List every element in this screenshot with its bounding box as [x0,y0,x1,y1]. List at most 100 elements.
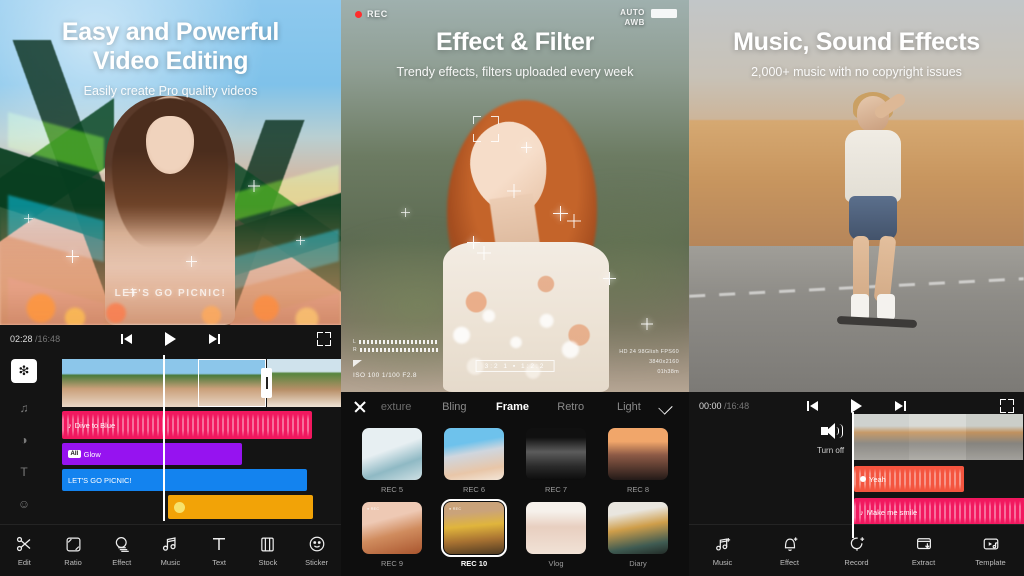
play-button[interactable] [163,332,179,346]
toolbar-label: Record [844,557,869,567]
video-clip[interactable] [966,414,1023,460]
video-clip[interactable] [909,414,966,460]
filter-label: REC 7 [544,485,568,494]
video-clip[interactable] [62,359,130,407]
toolbar-item-record[interactable]: Record [834,535,880,567]
toolbar-item-extract[interactable]: Extract [901,535,947,567]
next-frame-button[interactable] [893,399,909,413]
fullscreen-icon[interactable] [317,332,331,346]
tab-retro[interactable]: Retro [542,401,600,413]
sidebar-item-effect-track[interactable]: ◑ [11,429,37,451]
audio-track-yeah[interactable]: Yeah [854,466,964,492]
clip-row: + [62,359,341,407]
skater-figure [829,91,919,336]
hero-preview-music-sound: Music, Sound Effects 2,000+ music with n… [689,0,1024,392]
timeline-3: Yeah ♪ Make me smile [852,414,1024,538]
video-clip[interactable] [852,414,909,460]
filter-thumbnail[interactable] [608,502,668,554]
toolbar-item-sticker[interactable]: Sticker [294,535,340,567]
filter-item[interactable]: REC 6 [433,428,515,494]
exposure-hud: ISO 100 1/100 F2.8 [353,360,417,379]
filter-thumbnail[interactable] [526,502,586,554]
toolbar-item-effect[interactable]: Effect [767,535,813,567]
filter-thumbnail[interactable] [362,428,422,480]
toolbar-item-effect[interactable]: Effect [99,535,145,567]
level-meter-hud: L R [353,338,438,354]
record-add-icon [847,535,866,554]
toolbar-item-stock[interactable]: Stock [245,535,291,567]
filter-thumbnail[interactable] [608,428,668,480]
app-store-screenshot-triptych: Easy and Powerful Video Editing Easily c… [0,0,1024,576]
mute-control[interactable]: Turn off [817,422,844,455]
video-clip-selected[interactable] [198,359,266,407]
toolbar-label: Effect [112,557,132,567]
close-icon[interactable] [353,400,367,414]
clip-row [852,414,1024,460]
sidebar-item-music-track[interactable]: ♫ [11,397,37,419]
transport-bar-1: 02:28 /16:48 [0,325,341,353]
tab-texture[interactable]: exture [367,401,425,413]
toolbar-item-edit[interactable]: Edit [1,535,47,567]
toolbar-item-ratio[interactable]: Ratio [50,535,96,567]
filter-item-selected[interactable]: ● REC REC 10 [433,498,515,568]
filter-thumbnail[interactable]: ● REC [362,502,422,554]
playhead[interactable] [852,412,854,538]
filter-item[interactable]: Vlog [515,502,597,568]
tab-light[interactable]: Light [600,401,658,413]
text-icon [210,535,229,554]
crosshair-icon [507,184,521,198]
toolbar-item-template[interactable]: Template [968,535,1014,567]
toolbar-label: Effect [779,557,800,567]
film-strip-icon [258,535,277,554]
sidebar-item-collapse-tracks[interactable]: ❇ [11,359,37,383]
iso-readout: ISO 100 1/100 F2.8 [353,372,417,379]
effect-icon [112,535,131,554]
person-figure [431,92,613,392]
sticker-track[interactable] [168,495,313,519]
bottom-toolbar-3: Music Effect Record Extract Template [689,524,1024,576]
filter-item[interactable]: REC 7 [515,428,597,494]
filter-item[interactable]: REC 5 [351,428,433,494]
toolbar-item-music[interactable]: Music [147,535,193,567]
hero-subtitle: Easily create Pro quality videos [83,84,258,98]
sidebar-item-sticker-track[interactable]: ☺ [11,493,37,515]
audio-track[interactable]: ♪ Dive to Blue [62,411,312,439]
music-add-icon [713,535,732,554]
ratio-readout: 3:2 1 ▪ 1:2:2 [475,360,555,372]
filter-item[interactable]: Diary [597,502,679,568]
sidebar-item-text-track[interactable]: T [11,461,37,483]
playhead[interactable] [163,355,165,521]
next-frame-button[interactable] [207,332,223,346]
panel-music-sound: Music, Sound Effects 2,000+ music with n… [689,0,1024,576]
speaker-icon [820,422,843,440]
extract-icon [914,535,933,554]
effect-track[interactable]: All Glow [62,443,242,465]
filter-item[interactable]: REC 8 [597,428,679,494]
current-time: 00:00 [699,401,722,411]
text-track[interactable]: LET'S GO PICNIC! [62,469,307,491]
filter-thumbnail[interactable] [444,428,504,480]
toolbar-item-text[interactable]: Text [196,535,242,567]
fullscreen-icon[interactable] [1000,399,1014,413]
clip-trim-handle[interactable] [261,368,272,398]
current-time: 02:28 [10,334,33,344]
toolbar-item-music[interactable]: Music [700,535,746,567]
audio-track-label: Yeah [869,474,886,484]
tab-frame[interactable]: Frame [483,401,541,413]
filter-thumbnail-selected[interactable]: ● REC [440,498,508,558]
audio-track-make-me-smile[interactable]: ♪ Make me smile [854,498,1024,526]
filter-item[interactable]: ● REC REC 9 [351,502,433,568]
toolbar-label: Text [212,557,227,567]
filter-thumbnail[interactable] [526,428,586,480]
tab-bling[interactable]: Bling [425,401,483,413]
video-clip[interactable] [267,359,335,407]
confirm-icon[interactable] [658,399,673,415]
rec-label: REC [367,9,388,19]
play-button[interactable] [849,399,865,413]
audio-track-label-group: ♪ Make me smile [860,508,917,517]
focus-bracket-icon [473,116,499,142]
music-note-icon: ♪ [860,507,864,517]
previous-frame-button[interactable] [119,332,135,346]
flower-foreground [0,205,341,325]
previous-frame-button[interactable] [805,399,821,413]
